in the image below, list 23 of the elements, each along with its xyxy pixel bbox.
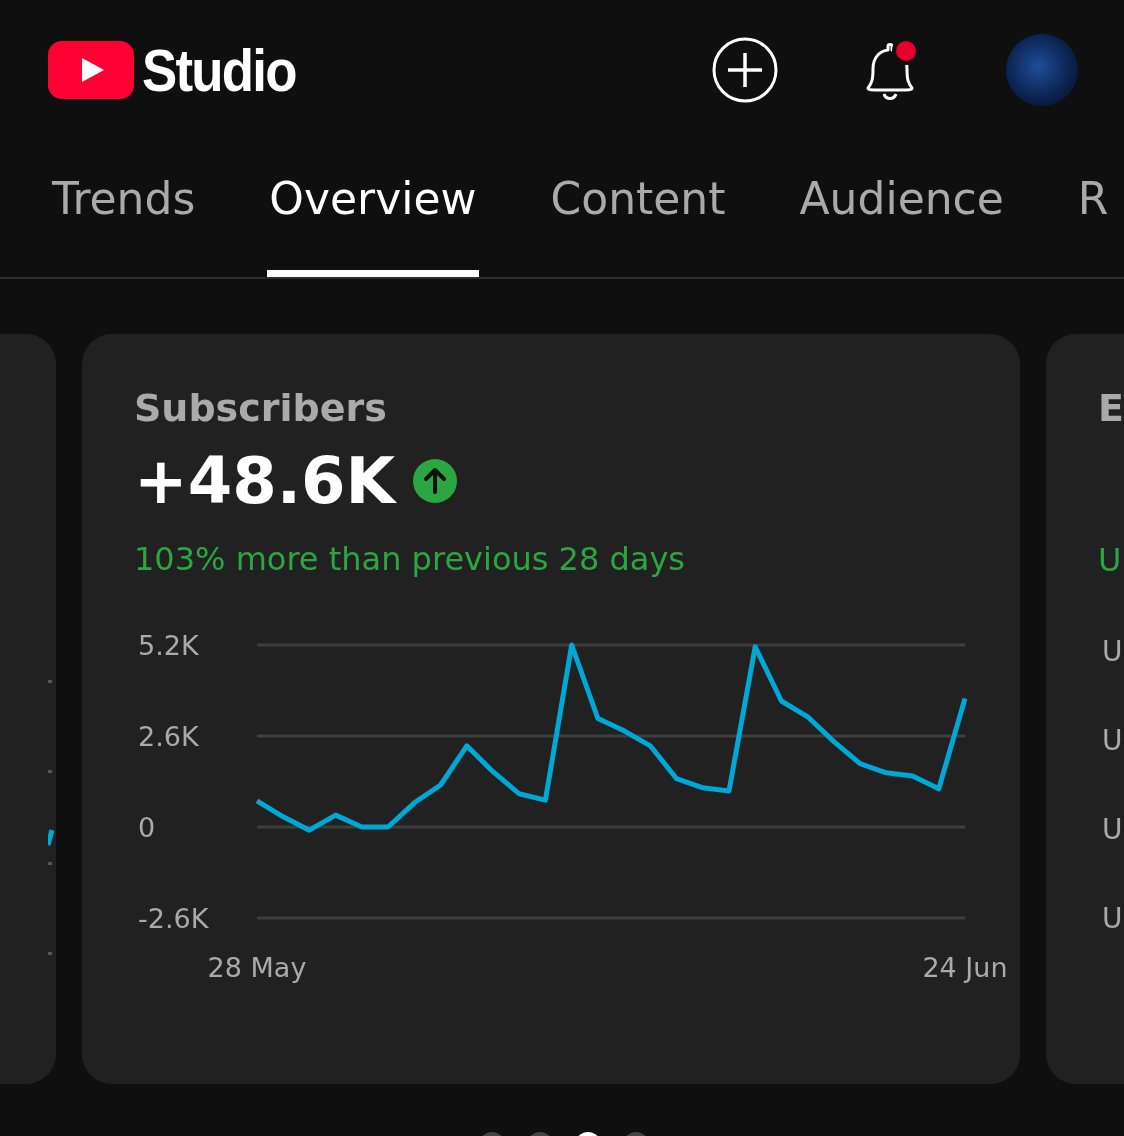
y-axis-label: U bbox=[1102, 635, 1124, 668]
y-axis-label: U bbox=[1102, 724, 1124, 757]
y-axis-label: U bbox=[1102, 813, 1124, 846]
comparison-text: U bbox=[1098, 541, 1123, 579]
tab[interactable]: Content bbox=[548, 140, 728, 277]
card-title: Subscribers bbox=[134, 386, 388, 430]
x-axis-label: 24 Jun bbox=[922, 952, 1008, 983]
x-axis-label: 28 May bbox=[207, 952, 307, 983]
y-axis-label: 0 bbox=[138, 812, 156, 843]
tab[interactable]: Overview bbox=[267, 140, 479, 277]
y-axis-label: U bbox=[1102, 902, 1124, 935]
play-logo-icon bbox=[48, 41, 134, 99]
y-axis-label: 5.2K bbox=[138, 630, 199, 661]
comparison-text: 103% more than previous 28 days bbox=[134, 540, 686, 578]
tab[interactable]: R bbox=[1075, 140, 1111, 277]
y-axis-label: 2.6K bbox=[138, 721, 199, 752]
create-plus-icon[interactable] bbox=[712, 37, 778, 103]
metric-value: +48.6K bbox=[134, 444, 396, 518]
y-axis-label: -2.6K bbox=[138, 903, 209, 934]
app-name: Studio bbox=[142, 35, 296, 105]
tab[interactable]: Audience bbox=[797, 140, 1006, 277]
tab[interactable]: Trends bbox=[50, 140, 198, 277]
card-title: E bbox=[1098, 386, 1124, 430]
